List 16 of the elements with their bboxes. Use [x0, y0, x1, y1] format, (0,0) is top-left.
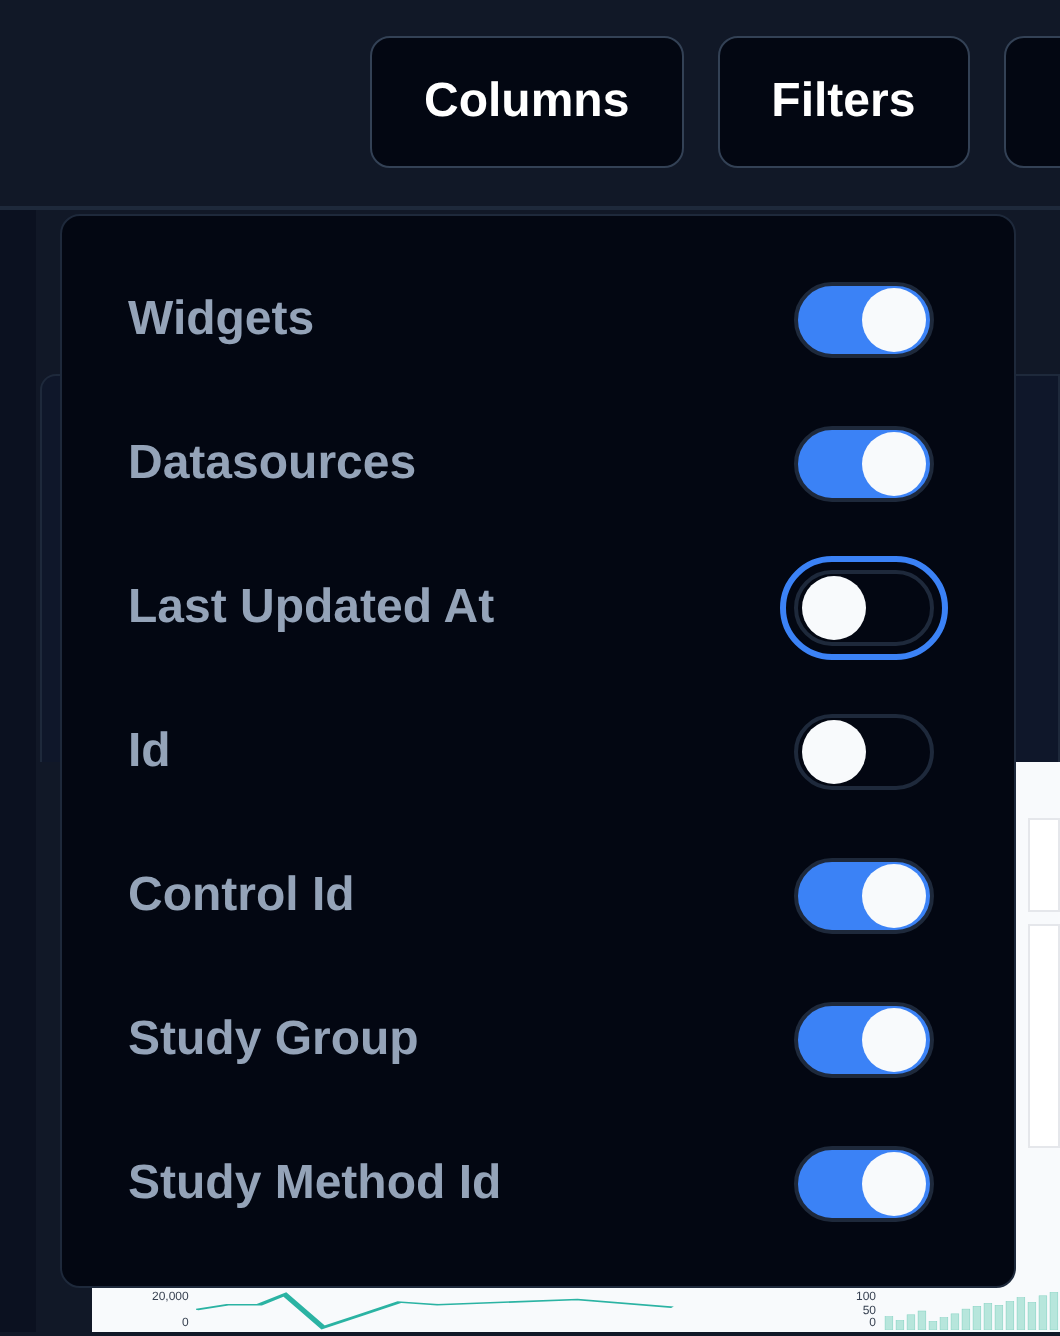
toggle-switch[interactable]: [794, 426, 934, 502]
toggle-switch[interactable]: [794, 570, 934, 646]
toolbar-button[interactable]: Columns: [370, 36, 684, 168]
column-label: Last Updated At: [128, 580, 495, 636]
column-label: Datasources: [128, 436, 417, 492]
toggle-switch[interactable]: [794, 858, 934, 934]
toggle-switch[interactable]: [794, 1002, 934, 1078]
column-label: Control Id: [128, 868, 355, 924]
column-label: Study Method Id: [128, 1156, 502, 1212]
toggle-switch[interactable]: [794, 1146, 934, 1222]
toggle-switch[interactable]: [794, 282, 934, 358]
column-label: Study Group: [128, 1012, 419, 1068]
column-label: Widgets: [128, 292, 315, 348]
toolbar-button[interactable]: Filters: [717, 36, 970, 168]
column-label: Id: [128, 724, 171, 780]
toggle-switch[interactable]: [794, 714, 934, 790]
